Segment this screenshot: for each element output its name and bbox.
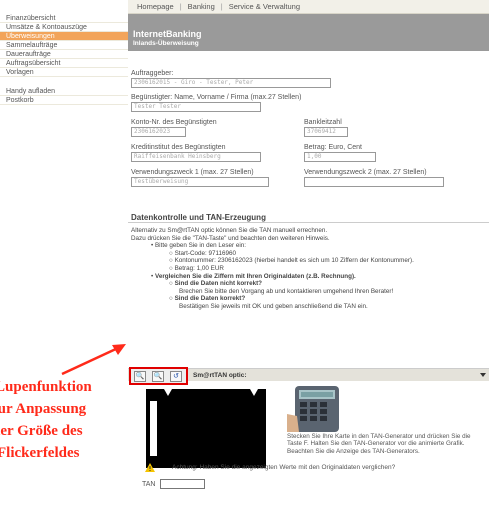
- betrag-field: Betrag: Euro, Cent 1,00: [304, 143, 394, 162]
- sidebar: Finanzübersicht Umsätze & Kontoauszüge Ü…: [0, 14, 128, 134]
- annotation-line-4: Flickerfeldes: [0, 445, 80, 461]
- beguenstigter-field: Begünstigter: Name, Vorname / Firma (max…: [131, 93, 301, 112]
- annotation-line-1: Lupenfunktion: [0, 379, 92, 395]
- flicker-field: [146, 389, 266, 468]
- page-banner: InternetBanking Inlands-Überweisung: [128, 14, 489, 51]
- tan-kontonummer-row: ○ Kontonummer: 2306162023 (hierbei hande…: [169, 257, 414, 265]
- tan-intro-2: Dazu drücken Sie die "TAN-Taste" und bea…: [131, 234, 330, 242]
- tan-q1-row: ○ Sind die Daten nicht korrekt?: [169, 280, 263, 288]
- kreditinstitut-label: Kreditinstitut des Begünstigten: [131, 144, 226, 151]
- main-content: InternetBanking Inlands-Überweisung Auft…: [128, 14, 489, 217]
- tan-step-2-text: Vergleichen Sie die Ziffern mit Ihren Or…: [154, 272, 356, 280]
- zweck2-label: Verwendungszweck 2 (max. 27 Stellen): [304, 169, 427, 176]
- transfer-form: Auftraggeber: 2306162015 - Giro - Tester…: [128, 69, 489, 217]
- tan-step-2: • Vergleichen Sie die Ziffern mit Ihren …: [151, 272, 356, 280]
- tan-kontonummer: Kontonummer: 2306162023 (hierbei handelt…: [174, 257, 414, 265]
- zoom-in-icon[interactable]: 🔍: [134, 371, 146, 382]
- zweck1-field: Verwendungszweck 1 (max. 27 Stellen) Tes…: [131, 168, 269, 187]
- tan-q1: Sind die Daten nicht korrekt?: [174, 280, 263, 288]
- tan-a1: Brechen Sie bitte den Vorgang ab und kon…: [179, 287, 394, 295]
- kontonr-input[interactable]: 2306162023: [131, 127, 186, 137]
- annotation-text: Lupenfunktion zur Anpassung der Größe de…: [0, 376, 92, 464]
- flicker-marker-right: [250, 389, 258, 396]
- tan-instructions: Alternativ zu Sm@rtTAN optic können Sie …: [128, 227, 489, 311]
- beguenstigter-input[interactable]: Tester Tester: [131, 102, 261, 112]
- annotation-line-2: zur Anpassung: [0, 401, 87, 417]
- zoom-controls: 🔍 🔍 ↺: [129, 367, 188, 385]
- tan-generator-icon: [287, 386, 339, 432]
- nav-separator: |: [220, 2, 223, 11]
- tan-step-1: • Bitte geben Sie in den Leser ein:: [151, 242, 246, 250]
- nav-banking[interactable]: Banking: [185, 2, 218, 11]
- bankleitzahl-field: Bankleitzahl 37069412: [304, 118, 394, 137]
- smarttan-description: Stecken Sie Ihre Karte in den TAN-Genera…: [287, 433, 471, 455]
- sidebar-item-ueberweisungen[interactable]: Überweisungen: [0, 32, 128, 41]
- auftraggeber-select[interactable]: 2306162015 - Giro - Tester, Peter: [131, 78, 331, 88]
- annotation-line-3: der Größe des: [0, 423, 83, 439]
- zweck1-label: Verwendungszweck 1 (max. 27 Stellen): [131, 169, 254, 176]
- nav-separator: |: [179, 2, 182, 11]
- tan-input[interactable]: [160, 479, 205, 489]
- tan-startcode-row: ○ Start-Code: 97116960: [169, 249, 237, 257]
- tan-betrag-row: ○ Betrag: 1,00 EUR: [169, 264, 224, 272]
- annotation-arrow-icon: [61, 344, 126, 376]
- flicker-bar: [150, 401, 157, 456]
- top-navigation: Homepage | Banking | Service & Verwaltun…: [128, 0, 489, 14]
- smarttan-title: Sm@rtTAN optic:: [193, 372, 247, 379]
- warning-text: Achtung: Haben Sie die angezeigten Werte…: [172, 464, 396, 471]
- tan-q2: Sind die Daten korrekt?: [174, 295, 246, 303]
- sidebar-item-finanzuebersicht[interactable]: Finanzübersicht: [0, 14, 128, 23]
- kreditinstitut-input[interactable]: Raiffeisenbank Heinsberg: [131, 152, 261, 162]
- beguenstigter-label: Begünstigter: Name, Vorname / Firma (max…: [131, 94, 302, 101]
- reset-zoom-icon[interactable]: ↺: [170, 371, 182, 382]
- warning-row: Achtung: Haben Sie die angezeigten Werte…: [145, 463, 485, 473]
- kontonr-field: Konto-Nr. des Begünstigten 2306162023: [131, 118, 261, 137]
- betrag-label: Betrag: Euro, Cent: [304, 144, 362, 151]
- tan-intro-1: Alternativ zu Sm@rtTAN optic können Sie …: [131, 227, 328, 234]
- tan-q2-row: ○ Sind die Daten korrekt?: [169, 295, 246, 303]
- chevron-down-icon[interactable]: [480, 373, 486, 377]
- zweck1-input[interactable]: Testüberweisung: [131, 177, 269, 187]
- banner-subtitle: Inlands-Überweisung: [133, 40, 199, 47]
- tan-label: TAN: [142, 481, 156, 488]
- sidebar-item-dauerauftraege[interactable]: Daueraufträge: [0, 50, 128, 59]
- bankleitzahl-input[interactable]: 37069412: [304, 127, 348, 137]
- auftraggeber-field: Auftraggeber: 2306162015 - Giro - Tester…: [131, 69, 331, 88]
- sidebar-item-postkorb[interactable]: Postkorb: [0, 96, 128, 105]
- sidebar-item-vorlagen[interactable]: Vorlagen: [0, 68, 128, 77]
- flicker-marker-left: [164, 389, 172, 396]
- tan-section-heading: Datenkontrolle und TAN-Erzeugung: [128, 213, 489, 223]
- tan-startcode: Start-Code: 97116960: [174, 249, 237, 257]
- tan-a2: Bestätigen Sie jeweils mit OK und geben …: [179, 302, 368, 310]
- nav-homepage[interactable]: Homepage: [134, 2, 177, 11]
- zweck2-field: Verwendungszweck 2 (max. 27 Stellen): [304, 168, 444, 187]
- sidebar-item-umsaetze[interactable]: Umsätze & Kontoauszüge: [0, 23, 128, 32]
- warning-icon: [145, 463, 155, 472]
- betrag-input[interactable]: 1,00: [304, 152, 376, 162]
- tan-step-1-text: Bitte geben Sie in den Leser ein:: [154, 242, 246, 250]
- nav-service[interactable]: Service & Verwaltung: [226, 2, 303, 11]
- sidebar-item-auftragsuebersicht[interactable]: Auftragsübersicht: [0, 59, 128, 68]
- zweck2-input[interactable]: [304, 177, 444, 187]
- bankleitzahl-label: Bankleitzahl: [304, 119, 342, 126]
- auftraggeber-label: Auftraggeber:: [131, 70, 174, 77]
- sidebar-item-handy-aufladen[interactable]: Handy aufladen: [0, 87, 128, 96]
- kontonr-label: Konto-Nr. des Begünstigten: [131, 119, 217, 126]
- bottom-links: [140, 505, 240, 515]
- sidebar-item-sammelauftraege[interactable]: Sammelaufträge: [0, 41, 128, 50]
- zoom-out-icon[interactable]: 🔍: [152, 371, 164, 382]
- tan-betrag: Betrag: 1,00 EUR: [174, 264, 224, 272]
- kreditinstitut-field: Kreditinstitut des Begünstigten Raiffeis…: [131, 143, 261, 162]
- banner-title: InternetBanking: [133, 29, 202, 39]
